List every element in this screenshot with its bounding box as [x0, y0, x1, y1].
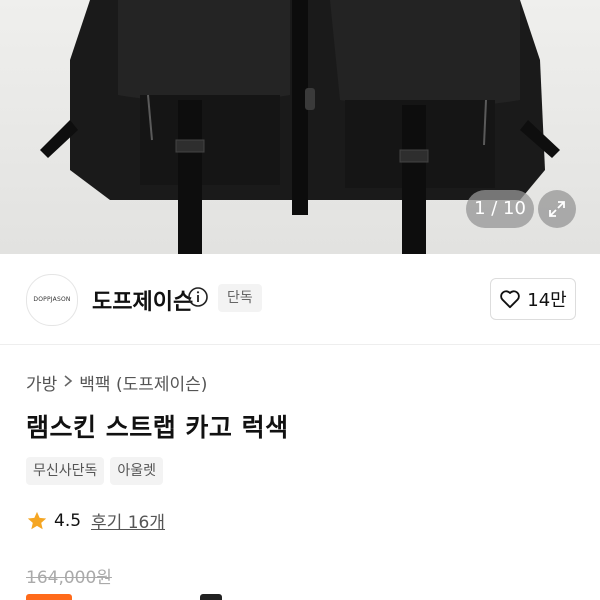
rating-score: 4.5 [54, 510, 82, 531]
breadcrumb: 가방 백팩 (도프제이슨) [26, 370, 207, 395]
reviews-link[interactable]: 후기 16개 [91, 508, 165, 533]
product-tags: 무신사단독 아울렛 [26, 457, 164, 485]
like-count: 14만 [527, 290, 567, 311]
breadcrumb-item-bag[interactable]: 가방 [26, 370, 57, 395]
star-icon [27, 511, 47, 529]
sale-price [200, 594, 222, 600]
seller-row: DOPPJASON 도프제이슨 단독 14만 [0, 254, 600, 344]
exclusive-badge: 단독 [218, 284, 262, 312]
divider [0, 344, 600, 345]
product-title: 램스킨 스트랩 카고 럭색 [26, 413, 289, 442]
brand-logo[interactable]: DOPPJASON [26, 274, 78, 326]
brand-logo-text: DOPPJASON [33, 296, 71, 303]
brand-name[interactable]: 도프제이슨 [92, 284, 193, 316]
chevron-right-icon [63, 373, 73, 392]
sale-percent [26, 594, 72, 600]
original-price: 164,000원 [26, 568, 112, 588]
info-circle-icon[interactable] [187, 286, 209, 312]
tag-exclusive: 무신사단독 [26, 457, 105, 485]
product-image[interactable]: 1 / 10 [0, 0, 600, 254]
rating-row: 4.5 후기 16개 [26, 508, 165, 533]
image-counter: 1 / 10 [466, 190, 534, 228]
heart-outline-icon [500, 290, 521, 309]
sale-price-row [0, 594, 600, 600]
breadcrumb-item-backpack[interactable]: 백팩 (도프제이슨) [79, 370, 207, 395]
like-button[interactable]: 14만 [490, 278, 576, 320]
tag-outlet: 아울렛 [110, 457, 164, 485]
expand-arrows-icon[interactable] [538, 190, 576, 228]
